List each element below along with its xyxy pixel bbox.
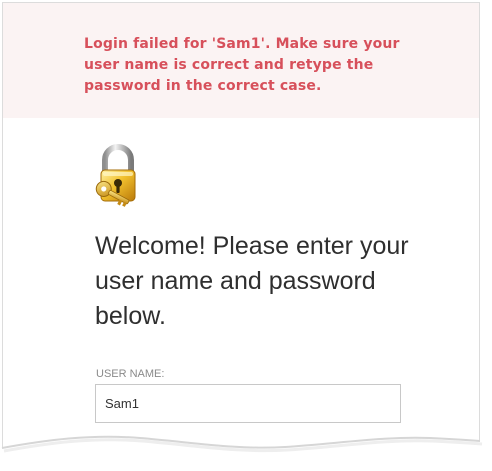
login-card: Login failed for 'Sam1'. Make sure your …: [2, 2, 480, 449]
lock-and-key-icon: [95, 144, 136, 207]
error-banner: Login failed for 'Sam1'. Make sure your …: [3, 3, 479, 118]
login-page: Login failed for 'Sam1'. Make sure your …: [0, 0, 492, 471]
torn-paper-edge: [0, 435, 492, 471]
welcome-heading: Welcome! Please enter your user name and…: [95, 232, 409, 330]
error-message: Login failed for 'Sam1'. Make sure your …: [84, 36, 400, 94]
username-label: USER NAME:: [96, 368, 165, 380]
